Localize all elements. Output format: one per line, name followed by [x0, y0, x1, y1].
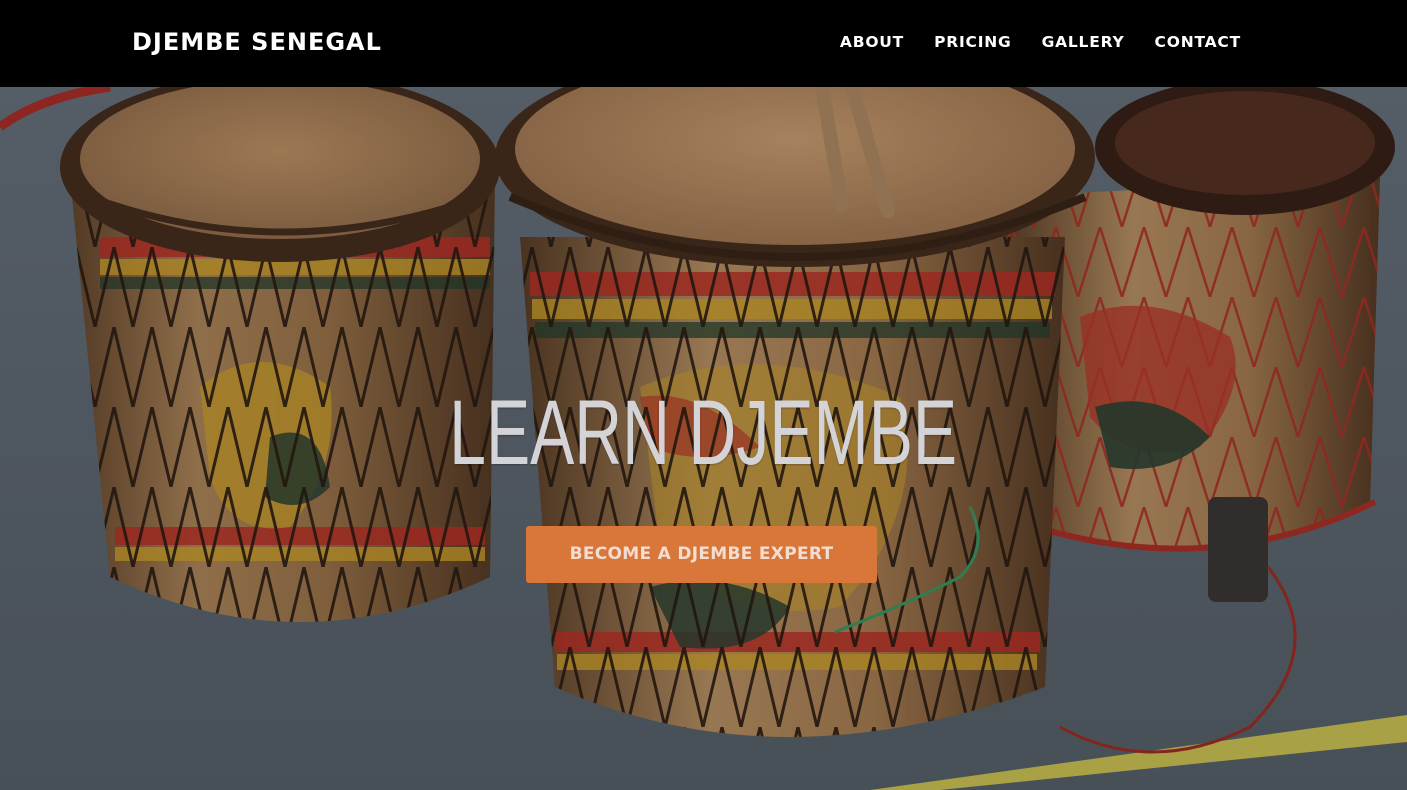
- nav-link-gallery[interactable]: GALLERY: [1042, 30, 1125, 54]
- nav-link-contact[interactable]: CONTACT: [1155, 30, 1241, 54]
- nav-link-about[interactable]: ABOUT: [840, 30, 904, 54]
- nav-link-pricing[interactable]: PRICING: [934, 30, 1012, 54]
- site-header: DJEMBE SENEGAL ABOUT PRICING GALLERY CON…: [0, 0, 1407, 87]
- brand-logo-link[interactable]: DJEMBE SENEGAL: [132, 27, 382, 57]
- hero-section: LEARN DJEMBE BECOME A DJEMBE EXPERT: [0, 87, 1407, 790]
- main-nav: ABOUT PRICING GALLERY CONTACT: [840, 30, 1241, 54]
- hero-title: LEARN DJEMBE: [449, 382, 958, 484]
- page: DJEMBE SENEGAL ABOUT PRICING GALLERY CON…: [0, 0, 1407, 790]
- become-expert-button[interactable]: BECOME A DJEMBE EXPERT: [526, 526, 877, 583]
